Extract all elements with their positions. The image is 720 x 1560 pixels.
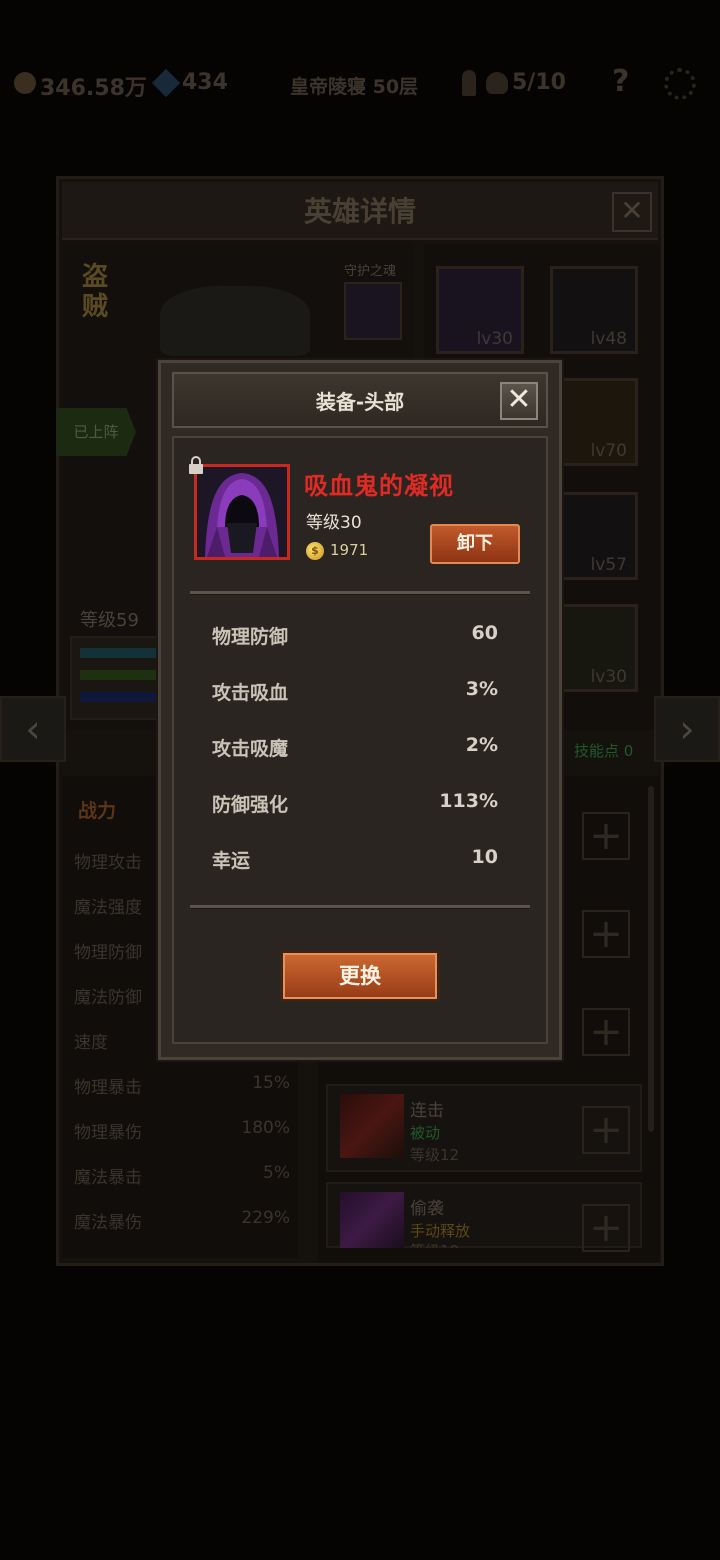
skill-points-value: 0	[623, 742, 634, 760]
attribute-name: 防御强化	[212, 794, 289, 816]
ambush-icon	[340, 1192, 404, 1248]
divider	[190, 905, 530, 909]
attribute-name: 幸运	[212, 850, 251, 872]
unequip-button[interactable]: 卸下	[430, 524, 520, 564]
hero-stat-bars	[70, 636, 172, 720]
gold-icon	[14, 72, 36, 94]
item-name: 吸血鬼的凝视	[304, 472, 454, 500]
stat-name: 魔法强度	[74, 898, 142, 918]
hp-bar	[80, 648, 160, 658]
skill-name: 连击	[410, 1101, 444, 1121]
hero-portrait	[160, 286, 310, 356]
stat-value: 180%	[241, 1118, 290, 1138]
help-button[interactable]: ?	[612, 64, 629, 99]
attribute-name: 攻击吸魔	[212, 738, 289, 760]
attribute-row: 防御强化 113%	[212, 790, 498, 817]
equipment-item-icon[interactable]	[194, 464, 290, 560]
stat-name: 物理暴击	[74, 1078, 142, 1098]
blade-icon	[340, 1094, 404, 1158]
attribute-row: 物理防御 60	[212, 622, 498, 649]
gem-amount: 434	[182, 70, 228, 95]
stat-value: 229%	[241, 1208, 290, 1228]
gold-amount: 346.58万	[40, 76, 147, 101]
upgrade-skill-button[interactable]: +	[582, 1106, 630, 1154]
upgrade-skill-button[interactable]: +	[582, 812, 630, 860]
mana-bar	[80, 692, 160, 702]
swap-button[interactable]: 更换	[280, 950, 440, 1002]
stat-value: 5%	[263, 1163, 290, 1183]
equip-slot-armor[interactable]: lv70	[550, 378, 638, 466]
equip-level: lv57	[590, 555, 627, 575]
hero-level: 等级59	[80, 610, 139, 631]
hood-icon	[197, 467, 287, 557]
attribute-name: 攻击吸血	[212, 682, 289, 704]
upgrade-skill-button[interactable]: +	[582, 1204, 630, 1252]
stat-row: 魔法暴伤 229%	[74, 1208, 290, 1233]
stat-name: 魔法暴伤	[74, 1213, 142, 1233]
attribute-row: 攻击吸魔 2%	[212, 734, 498, 761]
attribute-value: 10	[471, 846, 498, 868]
attribute-value: 2%	[465, 734, 498, 756]
attribute-value: 3%	[465, 678, 498, 700]
guardian-soul-slot[interactable]	[344, 282, 402, 340]
attribute-row: 攻击吸血 3%	[212, 678, 498, 705]
equip-slot-necklace[interactable]: lv48	[550, 266, 638, 354]
next-hero-button[interactable]: ›	[654, 696, 720, 762]
attribute-value: 113%	[439, 790, 498, 812]
lock-icon[interactable]	[188, 456, 204, 474]
guardian-label: 守护之魂	[344, 264, 397, 279]
stat-name: 物理防御	[74, 943, 142, 963]
divider	[190, 591, 530, 595]
skill-type: 被动	[410, 1124, 441, 1142]
upgrade-skill-button[interactable]: +	[582, 910, 630, 958]
item-level: 等级30	[306, 513, 362, 533]
skill-name: 偷袭	[410, 1199, 444, 1219]
equip-slot-ring[interactable]: lv57	[550, 492, 638, 580]
equip-slot-boots[interactable]: lv30	[550, 604, 638, 692]
stat-row: 物理暴伤 180%	[74, 1118, 290, 1143]
stat-row: 物理暴击 15%	[74, 1073, 290, 1098]
close-button[interactable]: ✕	[500, 382, 538, 420]
deployed-badge: 已上阵	[56, 408, 136, 456]
stat-value: 15%	[252, 1073, 290, 1093]
equipment-dialog-title: 装备-头部	[315, 390, 405, 414]
attribute-row: 幸运 10	[212, 846, 498, 873]
stat-name: 物理攻击	[74, 853, 142, 873]
stat-row: 魔法暴击 5%	[74, 1163, 290, 1188]
skill-points-label: 技能点	[574, 742, 620, 760]
skill-scrollbar[interactable]	[648, 786, 654, 1132]
skill-points: 技能点 0	[574, 740, 633, 761]
skill-type: 手动释放	[410, 1222, 471, 1240]
resource-bar: 346.58万 434 皇帝陵寝 50层 5/10 ?	[0, 58, 720, 110]
exp-bar	[80, 670, 160, 680]
hero-class: 盗贼	[82, 262, 109, 322]
gear-icon[interactable]	[664, 68, 696, 100]
hero-detail-close-button[interactable]: ✕	[612, 192, 652, 232]
power-label: 战力	[78, 800, 117, 822]
skull-icon	[486, 72, 508, 94]
stat-name: 魔法暴击	[74, 1168, 142, 1188]
prev-hero-button[interactable]: ‹	[0, 696, 66, 762]
stage-label[interactable]: 皇帝陵寝 50层	[290, 72, 418, 99]
skill-level: 等级10	[410, 1240, 459, 1248]
attribute-value: 60	[471, 622, 498, 644]
stat-name: 物理暴伤	[74, 1123, 142, 1143]
key-icon	[462, 70, 476, 96]
stat-name: 魔法防御	[74, 988, 142, 1008]
equip-level: lv70	[590, 441, 627, 461]
keys-count: 5/10	[512, 70, 566, 95]
equip-level: lv30	[590, 667, 627, 687]
equip-level: lv48	[590, 329, 627, 349]
gem-icon	[151, 68, 181, 98]
item-price: 1971	[330, 541, 369, 559]
equip-level: lv30	[476, 329, 513, 349]
equip-slot-head[interactable]: lv30	[436, 266, 524, 354]
skill-level: 等级12	[410, 1146, 460, 1164]
coin-icon: $	[306, 542, 324, 560]
attribute-name: 物理防御	[212, 626, 289, 648]
upgrade-skill-button[interactable]: +	[582, 1008, 630, 1056]
stat-name: 速度	[74, 1033, 108, 1053]
